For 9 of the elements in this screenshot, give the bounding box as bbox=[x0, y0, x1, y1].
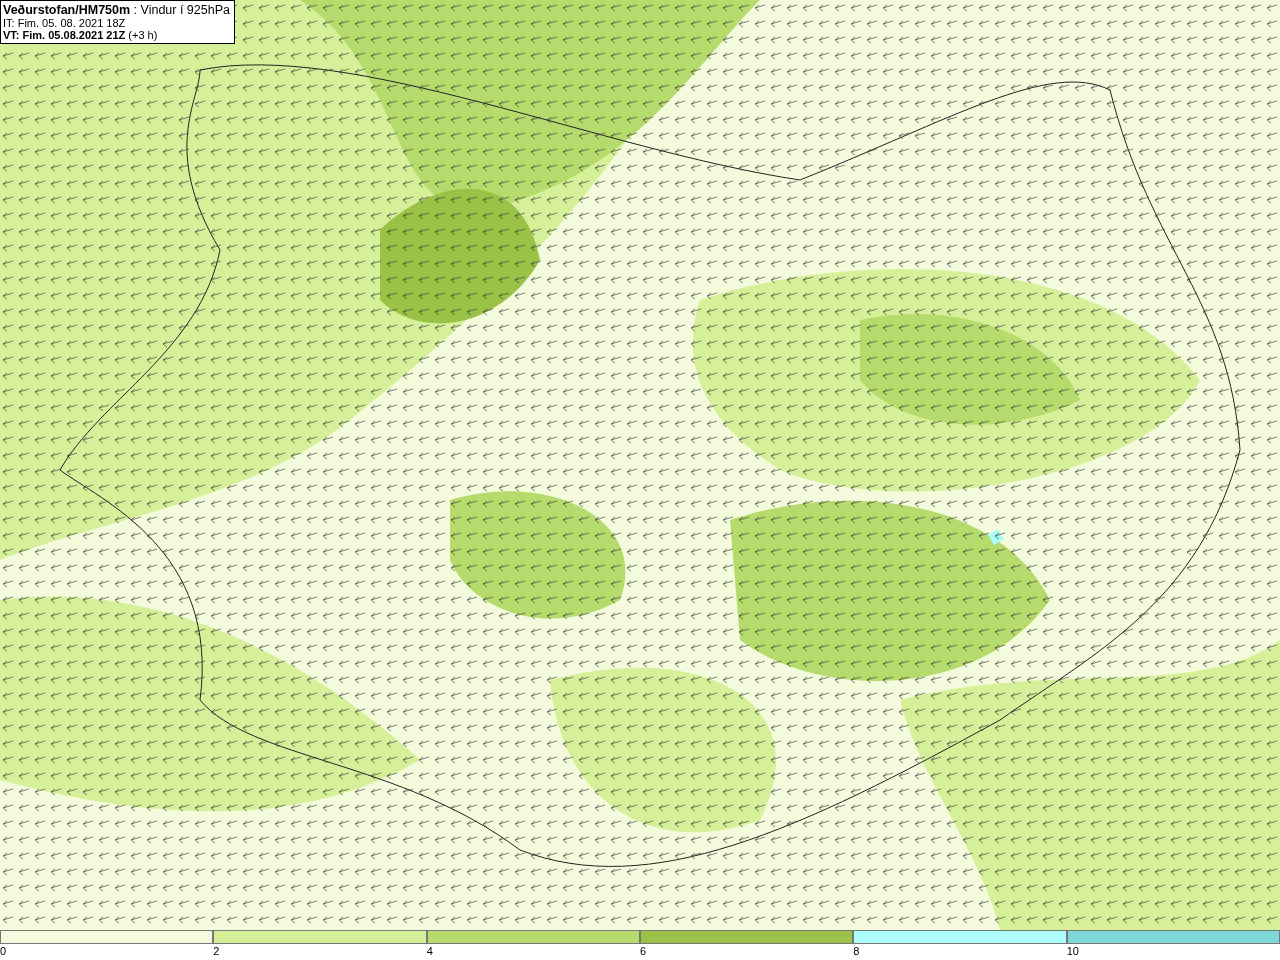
legend-tick-label: 2 bbox=[213, 944, 220, 958]
legend-tick-label: 0 bbox=[0, 944, 7, 958]
legend-tick-label: 4 bbox=[426, 944, 433, 958]
title-line: Veðurstofan/HM750m : Vindur í 925hPa bbox=[3, 3, 230, 17]
legend-tick-label: 6 bbox=[640, 944, 647, 958]
legend-tick-label: 8 bbox=[853, 944, 860, 958]
title-line: IT: Fim. 05. 08. 2021 18Z bbox=[3, 17, 127, 29]
legend-tick-label: 10 bbox=[1066, 944, 1079, 958]
title-line: VT: Fim. 05.08.2021 21Z (+3 h) bbox=[3, 29, 159, 41]
